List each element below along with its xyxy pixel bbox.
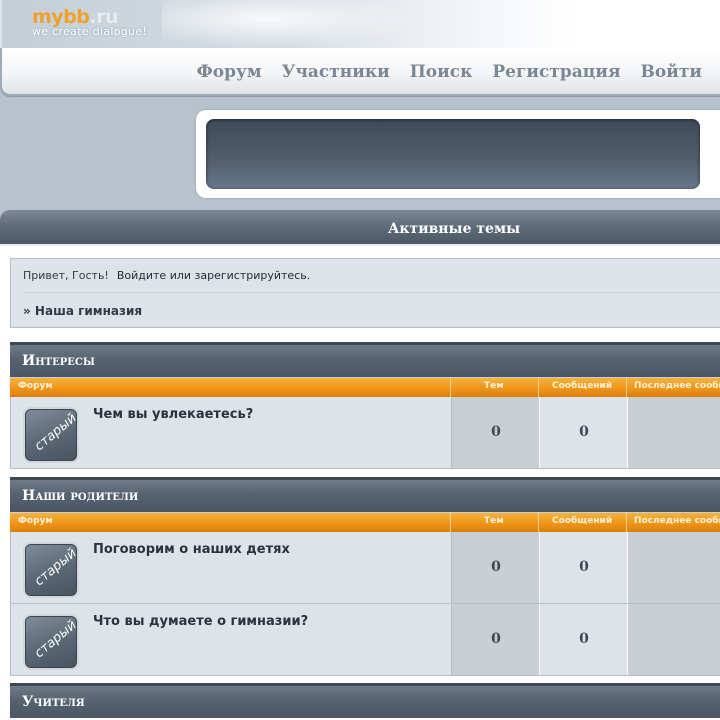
column-header-row: Форум Тем Сообщений Последнее сообщ [10, 377, 720, 397]
forum-content: Привет, Гость! Войдите или зарегистрируйт… [0, 246, 720, 720]
header-cloud-decoration [162, 0, 422, 48]
category-header-teachers: Учителя [10, 683, 720, 718]
active-topics-bar[interactable]: Активные темы [0, 210, 720, 246]
posts-count: 0 [579, 631, 589, 647]
column-last-post: Последнее сообщ [634, 381, 720, 391]
column-forum: Форум [18, 381, 53, 391]
logo-tagline: we create dialogue! [32, 25, 148, 38]
announcement-banner [196, 110, 720, 198]
category-title: Интересы [22, 353, 95, 369]
posts-count: 0 [579, 424, 589, 440]
last-post-cell [627, 604, 720, 675]
nav-register[interactable]: Регистрация [492, 62, 620, 82]
breadcrumb[interactable]: » Наша гимназия [23, 304, 142, 318]
active-topics-link[interactable]: Активные темы [388, 221, 520, 237]
last-post-cell [627, 397, 720, 468]
topics-count: 0 [491, 559, 501, 575]
login-register-link[interactable]: Войдите или зарегистрируйтесь. [117, 269, 310, 282]
announcement-banner-panel [206, 119, 700, 189]
nav-search[interactable]: Поиск [410, 62, 473, 82]
main-navigation: Форум Участники Поиск Регистрация Войти [0, 48, 720, 96]
category-title: Наши родители [22, 488, 139, 504]
forum-row: старый Поговорим о наших детях 0 0 [10, 532, 720, 604]
category-title: Учителя [22, 694, 85, 710]
last-post-cell [627, 532, 720, 603]
posts-count: 0 [579, 559, 589, 575]
column-topics: Тем [484, 516, 504, 526]
category-header-parents: Наши родители [10, 477, 720, 512]
category-header-interests: Интересы [10, 342, 720, 377]
forum-row: старый Что вы думаете о гимназии? 0 0 [10, 604, 720, 676]
welcome-line: Привет, Гость! Войдите или зарегистрируйт… [23, 269, 310, 282]
forum-old-icon: старый [25, 544, 77, 596]
site-header: mybb.ru we create dialogue! [0, 0, 720, 48]
nav-login[interactable]: Войти [641, 62, 702, 82]
nav-forum[interactable]: Форум [197, 62, 262, 82]
topics-count: 0 [491, 631, 501, 647]
welcome-divider [23, 292, 720, 293]
site-logo[interactable]: mybb.ru we create dialogue! [32, 6, 147, 38]
column-last-post: Последнее сообщ [634, 516, 720, 526]
column-topics: Тем [484, 381, 504, 391]
welcome-box: Привет, Гость! Войдите или зарегистрируйт… [10, 258, 720, 328]
forum-link[interactable]: Что вы думаете о гимназии? [93, 614, 308, 629]
forum-link[interactable]: Чем вы увлекаетесь? [93, 407, 253, 422]
column-header-row: Форум Тем Сообщений Последнее сообщ [10, 512, 720, 532]
topics-count: 0 [491, 424, 501, 440]
column-forum: Форум [18, 516, 53, 526]
forum-old-icon: старый [25, 409, 77, 461]
forum-old-icon: старый [25, 616, 77, 668]
column-posts: Сообщений [552, 516, 613, 526]
column-posts: Сообщений [552, 381, 613, 391]
forum-row: старый Чем вы увлекаетесь? 0 0 [10, 397, 720, 469]
forum-link[interactable]: Поговорим о наших детях [93, 542, 290, 557]
guest-greeting: Привет, Гость! [23, 269, 109, 282]
nav-members[interactable]: Участники [282, 62, 390, 82]
